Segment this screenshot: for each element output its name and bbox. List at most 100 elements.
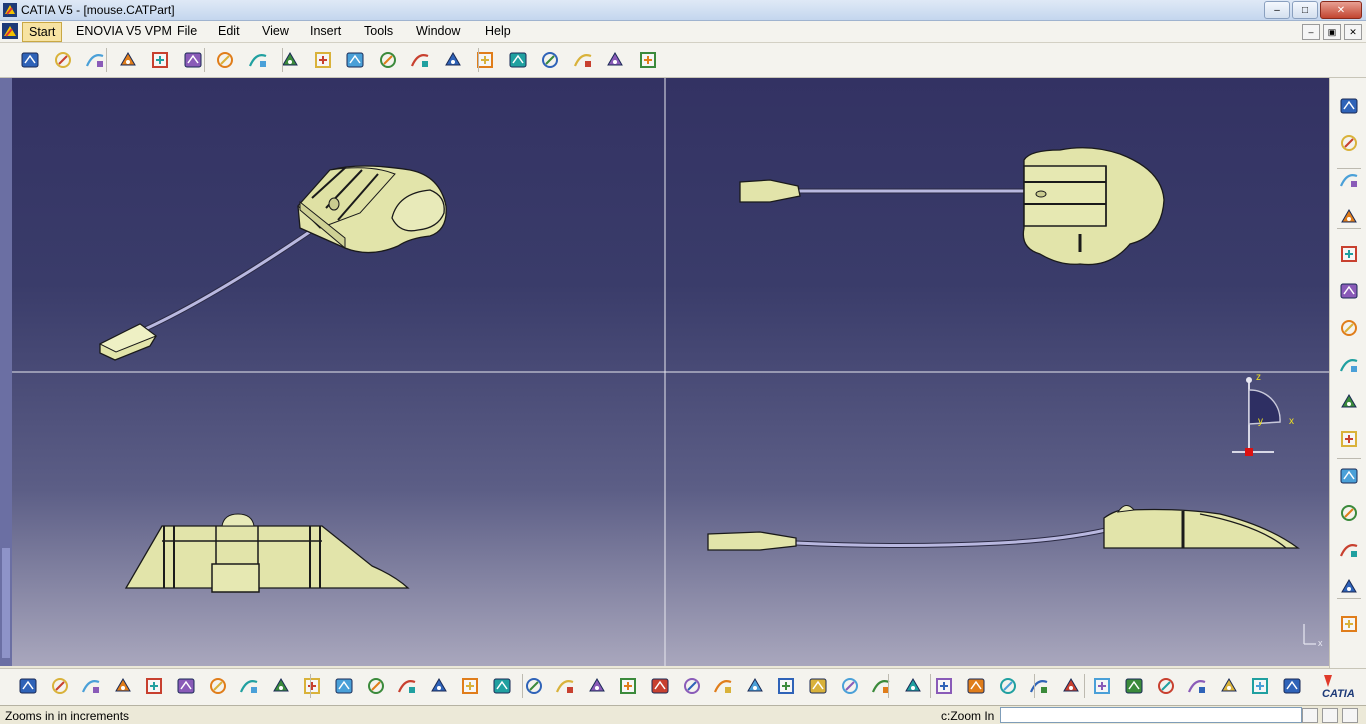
paste-icon[interactable] xyxy=(206,674,230,698)
menu-edit[interactable]: Edit xyxy=(218,24,240,38)
trim-icon[interactable] xyxy=(538,48,562,72)
undo-icon[interactable] xyxy=(237,674,261,698)
fill-icon[interactable] xyxy=(311,48,335,72)
capture-icon[interactable] xyxy=(1059,674,1083,698)
document-minimize-button[interactable]: – xyxy=(1302,24,1320,40)
select-icon[interactable] xyxy=(1337,94,1361,118)
apply-material-icon[interactable] xyxy=(1337,501,1361,525)
surface-icon[interactable] xyxy=(441,48,465,72)
redo-icon[interactable] xyxy=(269,674,293,698)
cube-icon[interactable] xyxy=(1280,674,1304,698)
hand-icon[interactable] xyxy=(1122,674,1146,698)
pan-icon[interactable] xyxy=(616,674,640,698)
menu-tools[interactable]: Tools xyxy=(364,24,393,38)
repetition-icon[interactable] xyxy=(1337,242,1361,266)
document-restore-button[interactable]: ▣ xyxy=(1323,24,1341,40)
inertia-icon[interactable] xyxy=(1027,674,1051,698)
iso-view-icon[interactable] xyxy=(806,674,830,698)
update-icon[interactable] xyxy=(1337,612,1361,636)
tree-icon[interactable] xyxy=(458,674,482,698)
body-icon[interactable] xyxy=(1337,316,1361,340)
menu-file[interactable]: File xyxy=(177,24,197,38)
table-grid-icon[interactable] xyxy=(1217,674,1241,698)
snap-icon[interactable] xyxy=(1337,575,1361,599)
copy-icon[interactable] xyxy=(174,674,198,698)
menu-window[interactable]: Window xyxy=(416,24,460,38)
spline-icon[interactable] xyxy=(246,48,270,72)
scrollbar-thumb[interactable] xyxy=(2,548,10,658)
normal-view-icon[interactable] xyxy=(743,674,767,698)
measure-item-icon[interactable] xyxy=(996,674,1020,698)
window-maximize-button[interactable]: □ xyxy=(1292,1,1318,19)
cycle-icon[interactable] xyxy=(1090,674,1114,698)
cut-icon[interactable] xyxy=(142,674,166,698)
status-button-1[interactable] xyxy=(1302,708,1318,723)
layer-icon[interactable] xyxy=(1248,674,1272,698)
mouse-front-view[interactable] xyxy=(124,513,410,593)
axis-icon[interactable] xyxy=(1154,674,1178,698)
window-close-button[interactable]: ✕ xyxy=(1320,1,1362,19)
menu-help[interactable]: Help xyxy=(485,24,511,38)
circle-icon[interactable] xyxy=(213,48,237,72)
mouse-top-view[interactable] xyxy=(739,147,1165,266)
3d-viewport[interactable]: z y x x xyxy=(0,78,1329,666)
line-icon[interactable] xyxy=(51,48,75,72)
viewport-canvas[interactable]: z y x x xyxy=(0,78,1329,666)
plane-icon[interactable] xyxy=(83,48,107,72)
swap-icon[interactable] xyxy=(932,674,956,698)
command-input[interactable] xyxy=(1000,707,1302,723)
lock-icon[interactable] xyxy=(490,674,514,698)
fillet-icon[interactable] xyxy=(571,48,595,72)
render-icon[interactable] xyxy=(1337,538,1361,562)
save-icon[interactable] xyxy=(79,674,103,698)
compass-icon[interactable] xyxy=(1337,131,1361,155)
window-minimize-button[interactable]: – xyxy=(1264,1,1290,19)
knowledge-icon[interactable] xyxy=(395,674,419,698)
formula-icon[interactable] xyxy=(332,674,356,698)
measure-icon[interactable] xyxy=(1337,464,1361,488)
point-icon[interactable] xyxy=(18,48,42,72)
catalog-icon[interactable] xyxy=(522,674,546,698)
grid-icon[interactable] xyxy=(1185,674,1209,698)
open-icon[interactable] xyxy=(48,674,72,698)
document-icon[interactable] xyxy=(2,23,18,39)
menu-start[interactable]: Start xyxy=(22,22,63,42)
3d-compass[interactable]: z y x xyxy=(1232,372,1294,456)
hide-show-icon[interactable] xyxy=(901,674,925,698)
boolean-icon[interactable] xyxy=(1337,390,1361,414)
render-style-icon[interactable] xyxy=(869,674,893,698)
translate-icon[interactable] xyxy=(603,48,627,72)
document-close-button[interactable]: ✕ xyxy=(1344,24,1362,40)
fly-mode-icon[interactable] xyxy=(553,674,577,698)
view-mode-icon[interactable] xyxy=(838,674,862,698)
measure-between-icon[interactable] xyxy=(964,674,988,698)
table-icon[interactable] xyxy=(427,674,451,698)
menu-insert[interactable]: Insert xyxy=(310,24,341,38)
status-button-3[interactable] xyxy=(1342,708,1358,723)
analysis-icon[interactable] xyxy=(636,48,660,72)
split-icon[interactable] xyxy=(506,48,530,72)
shading-icon[interactable] xyxy=(774,674,798,698)
print-icon[interactable] xyxy=(111,674,135,698)
fit-all-icon[interactable] xyxy=(585,674,609,698)
multisection-icon[interactable] xyxy=(376,48,400,72)
zoom-out-icon[interactable] xyxy=(711,674,735,698)
revolve-surface-icon[interactable] xyxy=(148,48,172,72)
pattern-icon[interactable] xyxy=(1337,279,1361,303)
mouse-side-view[interactable] xyxy=(707,505,1300,551)
join-icon[interactable] xyxy=(473,48,497,72)
blend-icon[interactable] xyxy=(343,48,367,72)
menu-view[interactable]: View xyxy=(262,24,289,38)
curve-icon[interactable] xyxy=(1337,205,1361,229)
loft-icon[interactable] xyxy=(408,48,432,72)
status-button-2[interactable] xyxy=(1322,708,1338,723)
viewport-scrollbar[interactable] xyxy=(0,78,12,666)
tools-icon[interactable] xyxy=(1337,427,1361,451)
extrude-surface-icon[interactable] xyxy=(116,48,140,72)
new-icon[interactable] xyxy=(16,674,40,698)
zoom-in-icon[interactable] xyxy=(680,674,704,698)
rotate-icon[interactable] xyxy=(648,674,672,698)
whats-this-icon[interactable] xyxy=(300,674,324,698)
mouse-isometric-view[interactable] xyxy=(98,165,447,361)
menu-enovia[interactable]: ENOVIA V5 VPM xyxy=(76,24,172,38)
